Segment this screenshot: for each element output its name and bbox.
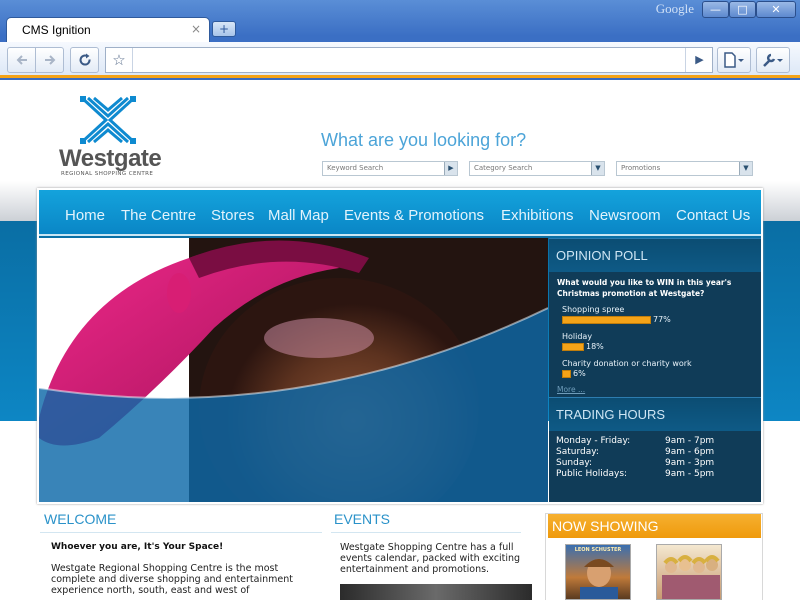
chevron-down-icon[interactable]: ▼: [591, 162, 604, 175]
poll-option-label[interactable]: Shopping spree: [562, 305, 624, 314]
nav-contact-us[interactable]: Contact Us: [676, 207, 750, 224]
events-image[interactable]: [340, 584, 532, 600]
browser-brand: Google: [655, 1, 694, 16]
browser-tab[interactable]: CMS Ignition ×: [6, 17, 210, 42]
chevron-down-icon[interactable]: ▼: [739, 162, 752, 175]
hours-time: 9am - 3pm: [665, 458, 715, 468]
now-showing-header: NOW SHOWING: [548, 514, 761, 538]
wrench-menu-icon: [763, 53, 783, 67]
reload-icon: [79, 53, 91, 66]
category-search-select[interactable]: Category Search ▼: [469, 161, 605, 176]
hours-time: 9am - 6pm: [665, 447, 715, 457]
sidebar: OPINION POLL What would you like to WIN …: [549, 238, 761, 502]
welcome-rule: [40, 532, 322, 533]
events-text: entertainment and promotions.: [340, 564, 490, 575]
hours-day: Sunday:: [556, 458, 593, 468]
promotions-placeholder: Promotions: [621, 164, 661, 172]
welcome-lead: Whoever you are, It's Your Space!: [51, 542, 224, 552]
reload-button[interactable]: [70, 47, 99, 73]
hours-day: Public Holidays:: [556, 469, 628, 479]
keyword-search-placeholder: Keyword Search: [327, 164, 384, 172]
back-arrow-icon: [16, 55, 27, 65]
wrench-menu-button[interactable]: [756, 47, 790, 73]
address-bar[interactable]: ☆ ▶: [105, 47, 713, 73]
hours-day: Monday - Friday:: [556, 436, 631, 446]
trading-hours-title: TRADING HOURS: [556, 407, 666, 422]
hours-time: 9am - 5pm: [665, 469, 715, 479]
go-arrow-icon[interactable]: ▶: [685, 48, 713, 72]
nav-mall-map[interactable]: Mall Map: [268, 207, 329, 224]
welcome-text: experience north, south, east and west o…: [51, 585, 250, 596]
bookmark-star-icon[interactable]: ☆: [106, 48, 133, 72]
poll-question: What would you like to WIN in this year'…: [557, 278, 732, 298]
events-text: Westgate Shopping Centre has a full: [340, 542, 514, 553]
browser-chrome: Google — □ ✕ CMS Ignition × + ☆ ▶: [0, 0, 800, 80]
poll-percent: 18%: [586, 342, 604, 351]
events-rule: [331, 532, 521, 533]
nav-the-centre[interactable]: The Centre: [121, 207, 196, 224]
poll-percent: 6%: [573, 369, 586, 378]
new-tab-button[interactable]: +: [212, 21, 236, 37]
forward-arrow-icon: [44, 55, 55, 65]
hours-day: Saturday:: [556, 447, 599, 457]
opinion-poll-header: OPINION POLL: [549, 238, 761, 272]
movie-poster[interactable]: LEON SCHUSTER: [565, 544, 631, 600]
welcome-text: complete and diverse shopping and entert…: [51, 574, 293, 585]
minimize-button[interactable]: —: [702, 1, 729, 18]
page-menu-button[interactable]: [717, 47, 751, 73]
hours-time: 9am - 7pm: [665, 436, 715, 446]
web-page: Westgate REGIONAL SHOPPING CENTRE What a…: [0, 81, 800, 600]
search-heading: What are you looking for?: [321, 130, 527, 150]
trading-hours-header: TRADING HOURS: [549, 397, 761, 431]
nav-home[interactable]: Home: [65, 207, 105, 224]
nav-stores[interactable]: Stores: [211, 207, 254, 224]
poster-figure: [580, 559, 618, 599]
tab-title: CMS Ignition: [22, 23, 91, 37]
welcome-text: Westgate Regional Shopping Centre is the…: [51, 563, 279, 574]
category-search-placeholder: Category Search: [474, 164, 533, 172]
hero-banner-image: [39, 238, 548, 502]
welcome-title: WELCOME: [44, 511, 117, 527]
poll-option-label[interactable]: Holiday: [562, 332, 592, 341]
hero-illustration: [39, 238, 548, 502]
promotions-select[interactable]: Promotions ▼: [616, 161, 753, 176]
maximize-button[interactable]: □: [729, 1, 756, 18]
westgate-logo-icon[interactable]: [80, 96, 136, 144]
poster-figure: [662, 555, 720, 599]
main-nav: Home The Centre Stores Mall Map Events &…: [39, 190, 761, 236]
poll-bar-holiday: [562, 343, 584, 351]
opinion-poll-title: OPINION POLL: [556, 248, 648, 263]
events-text: events calendar, packed with exciting: [340, 553, 521, 564]
poll-more-link[interactable]: More ...: [557, 385, 585, 394]
logo-name[interactable]: Westgate: [59, 145, 162, 173]
movie-poster[interactable]: [656, 544, 722, 600]
back-button[interactable]: [7, 47, 36, 73]
nav-newsroom[interactable]: Newsroom: [589, 207, 661, 224]
poll-option-label[interactable]: Charity donation or charity work: [562, 359, 692, 368]
logo-tagline: REGIONAL SHOPPING CENTRE: [61, 171, 154, 177]
poll-percent: 77%: [653, 315, 671, 324]
nav-exhibitions[interactable]: Exhibitions: [501, 207, 574, 224]
now-showing-title: NOW SHOWING: [552, 518, 659, 534]
forward-button[interactable]: [35, 47, 64, 73]
page-menu-icon: [724, 52, 744, 68]
keyword-search-field[interactable]: Keyword Search ▶: [322, 161, 458, 176]
poster-caption: LEON SCHUSTER: [574, 547, 622, 553]
events-title: EVENTS: [334, 511, 391, 527]
poll-bar-shopping: [562, 316, 651, 324]
nav-events-promotions[interactable]: Events & Promotions: [344, 207, 484, 224]
poll-bar-charity: [562, 370, 571, 378]
tab-close-icon[interactable]: ×: [191, 22, 201, 36]
keyword-go-icon[interactable]: ▶: [444, 162, 457, 175]
window-close-button[interactable]: ✕: [756, 1, 796, 18]
browser-toolbar: ☆ ▶: [0, 42, 800, 78]
